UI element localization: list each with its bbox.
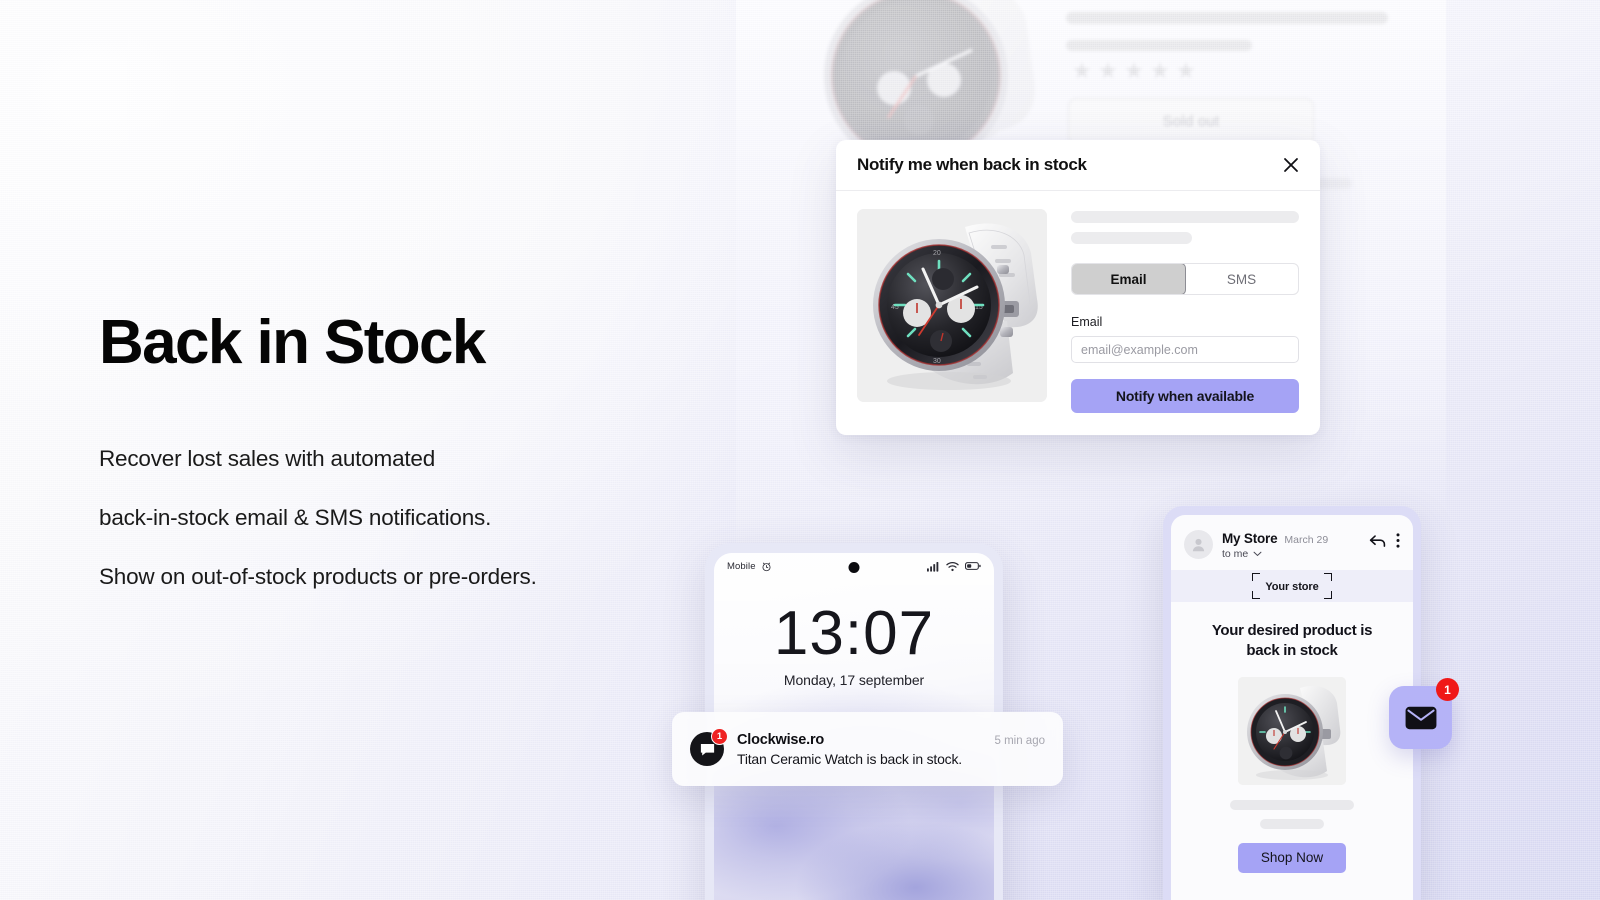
toast-badge: 1 xyxy=(711,728,728,745)
svg-text:30: 30 xyxy=(933,358,941,365)
hero-subline-2: back-in-stock email & SMS notifications. xyxy=(99,505,492,531)
toast-message: Titan Ceramic Watch is back in stock. xyxy=(737,750,962,767)
star-icon: ★ xyxy=(1124,58,1144,83)
tab-sms-label: SMS xyxy=(1226,271,1257,287)
rating-stars: ★ ★ ★ ★ ★ xyxy=(1072,58,1196,83)
modal-body: 20 15 30 45 Email SMS Email email@exampl… xyxy=(836,191,1320,413)
watch-illustration: 2015 3045 xyxy=(857,209,1047,402)
push-notification-toast[interactable]: 1 Clockwise.ro 5 min ago Titan Ceramic W… xyxy=(672,712,1063,786)
placeholder-body-line xyxy=(1260,818,1324,829)
avatar xyxy=(1184,530,1213,559)
store-badge-label: Your store xyxy=(1265,581,1319,593)
toast-app-name: Clockwise.ro xyxy=(737,731,825,748)
close-icon[interactable] xyxy=(1281,155,1301,175)
email-input[interactable] xyxy=(1071,336,1299,363)
modal-header: Notify me when back in stock xyxy=(836,140,1320,191)
page-title: Back in Stock xyxy=(99,308,486,377)
toast-top-row: Clockwise.ro 5 min ago xyxy=(737,732,1045,748)
status-right xyxy=(927,561,981,572)
star-icon: ★ xyxy=(1098,58,1118,83)
status-left: Mobile xyxy=(727,561,772,572)
tab-sms[interactable]: SMS xyxy=(1185,264,1298,294)
email-sender-name: My Store xyxy=(1222,531,1278,546)
more-vertical-icon[interactable] xyxy=(1396,533,1400,548)
email-field-label: Email xyxy=(1071,315,1103,329)
envelope-glyph xyxy=(1405,706,1436,729)
sold-out-button[interactable]: Sold out xyxy=(1068,98,1314,144)
notify-button[interactable]: Notify when available xyxy=(1071,379,1299,413)
modal-product-image: 20 15 30 45 xyxy=(857,209,1047,402)
star-icon: ★ xyxy=(1072,58,1092,83)
battery-icon xyxy=(965,562,981,570)
tab-email-label: Email xyxy=(1110,271,1147,287)
star-icon: ★ xyxy=(1176,58,1196,83)
toast-content: Clockwise.ro 5 min ago Titan Ceramic Wat… xyxy=(737,732,1045,767)
carrier-label: Mobile xyxy=(727,560,756,572)
reply-icon[interactable] xyxy=(1369,534,1386,548)
email-heading: Your desired product is back in stock xyxy=(1211,622,1373,659)
placeholder-title xyxy=(1066,12,1388,24)
hero-copy: Back in Stock Recover lost sales with au… xyxy=(99,310,739,590)
lock-screen-date: Monday, 17 september xyxy=(783,672,925,688)
person-icon xyxy=(1192,538,1205,552)
chevron-down-icon[interactable] xyxy=(1253,551,1262,557)
placeholder-product-subtitle xyxy=(1071,232,1192,244)
placeholder-body-line xyxy=(1230,799,1354,810)
svg-text:20: 20 xyxy=(933,250,941,257)
chat-bubble-glyph xyxy=(700,743,714,756)
wifi-icon xyxy=(946,561,959,571)
email-recipient: to me xyxy=(1222,548,1249,560)
email-sender-block: My Store March 29 to me xyxy=(1222,530,1360,560)
email-header: My Store March 29 to me xyxy=(1171,515,1413,570)
email-date: March 29 xyxy=(1284,534,1329,546)
email-preview-card: My Store March 29 to me Your store Your … xyxy=(1163,506,1421,900)
alarm-icon xyxy=(762,562,771,571)
camera-punch-hole xyxy=(848,562,860,573)
placeholder-subtitle xyxy=(1066,40,1252,51)
envelope-badge: 1 xyxy=(1436,678,1459,701)
chat-bubble-icon: 1 xyxy=(690,728,728,766)
back-in-stock-modal: Notify me when back in stock 20 15 30 45… xyxy=(836,140,1320,435)
tab-email[interactable]: Email xyxy=(1072,264,1186,294)
hero-subline-3: Show on out-of-stock products or pre-ord… xyxy=(99,564,537,590)
toast-timestamp: 5 min ago xyxy=(994,734,1045,747)
email-screen: My Store March 29 to me Your store Your … xyxy=(1171,515,1413,900)
close-glyph xyxy=(1284,158,1298,172)
email-product-image xyxy=(1238,676,1346,785)
email-actions xyxy=(1369,530,1400,548)
email-notification-icon[interactable]: 1 xyxy=(1389,678,1459,749)
hero-banner: ★ ★ ★ ★ ★ Sold out Back in Stock Recover… xyxy=(0,0,1600,900)
modal-title: Notify me when back in stock xyxy=(857,155,1087,174)
email-store-banner: Your store xyxy=(1171,570,1413,602)
star-icon: ★ xyxy=(1150,58,1170,83)
email-recipient-row[interactable]: to me xyxy=(1222,548,1360,560)
watch-illustration xyxy=(1238,676,1346,785)
email-sender-row: My Store March 29 xyxy=(1222,531,1360,546)
store-badge-frame: Your store xyxy=(1252,573,1332,599)
placeholder-product-title xyxy=(1071,211,1299,223)
sold-out-label: Sold out xyxy=(1162,112,1220,130)
signal-icon xyxy=(927,561,939,572)
hero-subline-1: Recover lost sales with automated xyxy=(99,446,436,472)
lock-screen-time: 13:07 xyxy=(773,599,935,668)
channel-toggle[interactable]: Email SMS xyxy=(1071,263,1299,295)
shop-now-button[interactable]: Shop Now xyxy=(1238,842,1346,873)
modal-form: Email SMS Email Notify when available xyxy=(1071,209,1299,413)
